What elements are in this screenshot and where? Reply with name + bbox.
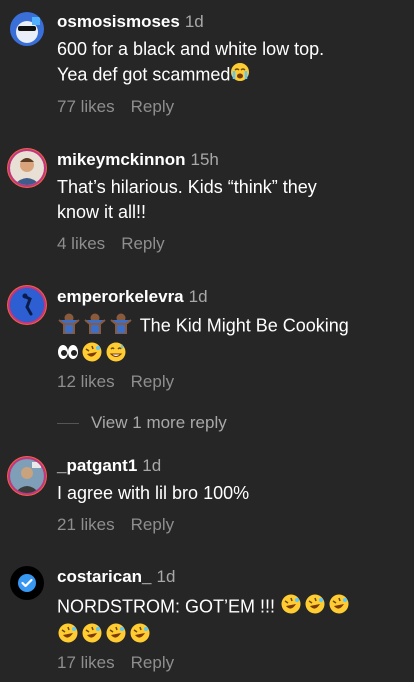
comment-time: 1d bbox=[184, 12, 204, 31]
man-shrugging-icon bbox=[109, 312, 133, 341]
comment-time: 1d bbox=[142, 456, 162, 475]
rolling-on-floor-laughing-icon bbox=[280, 593, 302, 622]
comment-line: NORDSTROM: GOT’EM !!! bbox=[57, 596, 275, 617]
divider-line bbox=[57, 423, 79, 425]
comment-line-wrap: Yea def got scammed bbox=[57, 62, 402, 89]
comment-header: costarican_ 1d bbox=[57, 567, 175, 587]
reply-button[interactable]: Reply bbox=[121, 234, 164, 253]
reply-button[interactable]: Reply bbox=[131, 372, 174, 391]
comment-line-wrap: NORDSTROM: GOT’EM !!! bbox=[57, 593, 402, 622]
username[interactable]: emperorkelevra bbox=[57, 287, 184, 306]
avatar[interactable] bbox=[10, 12, 44, 46]
comment-meta: 17 likes Reply bbox=[57, 653, 174, 673]
avatar[interactable] bbox=[10, 566, 44, 600]
likes-count[interactable]: 12 likes bbox=[57, 372, 115, 391]
comment-line: That’s hilarious. Kids “think” they bbox=[57, 177, 317, 197]
comment-header: osmosismoses 1d bbox=[57, 12, 204, 32]
likes-count[interactable]: 77 likes bbox=[57, 97, 115, 116]
comment-meta: 21 likes Reply bbox=[57, 515, 174, 535]
comment-time: 1d bbox=[188, 287, 208, 306]
emoji-line bbox=[57, 341, 402, 370]
comment-line: Yea def got scammed bbox=[57, 64, 231, 85]
likes-count[interactable]: 17 likes bbox=[57, 653, 115, 672]
comment-meta: 77 likes Reply bbox=[57, 97, 174, 117]
rolling-on-floor-laughing-icon bbox=[304, 593, 326, 622]
comment-line-wrap: The Kid Might Be Cooking bbox=[57, 312, 402, 341]
comment-text: I agree with lil bro 100% bbox=[57, 481, 402, 506]
comment-text: That’s hilarious. Kids “think” they know… bbox=[57, 175, 402, 225]
comment-text: NORDSTROM: GOT’EM !!! bbox=[57, 593, 402, 651]
rolling-on-floor-laughing-icon bbox=[105, 622, 127, 651]
rolling-on-floor-laughing-icon bbox=[328, 593, 350, 622]
comment-meta: 4 likes Reply bbox=[57, 234, 165, 254]
comment-line: 600 for a black and white low top. bbox=[57, 39, 325, 59]
loudly-crying-face-icon bbox=[230, 62, 250, 89]
reply-button[interactable]: Reply bbox=[131, 97, 174, 116]
avatar[interactable] bbox=[10, 459, 44, 493]
username[interactable]: mikeymckinnon bbox=[57, 150, 186, 169]
comment-meta: 12 likes Reply bbox=[57, 372, 174, 392]
comment-header: mikeymckinnon 15h bbox=[57, 150, 219, 170]
comment-line: The Kid Might Be Cooking bbox=[139, 315, 349, 336]
username[interactable]: osmosismoses bbox=[57, 12, 180, 31]
avatar[interactable] bbox=[10, 288, 44, 322]
comment-line: I agree with lil bro 100% bbox=[57, 483, 250, 503]
username[interactable]: _patgant1 bbox=[57, 456, 137, 475]
man-shrugging-icon bbox=[83, 312, 107, 341]
comment-line: know it all!! bbox=[57, 202, 147, 222]
likes-count[interactable]: 21 likes bbox=[57, 515, 115, 534]
comment-text: The Kid Might Be Cooking bbox=[57, 312, 402, 370]
view-more-replies-button[interactable]: View 1 more reply bbox=[57, 413, 227, 433]
rolling-on-floor-laughing-icon bbox=[57, 622, 79, 651]
grinning-sweat-icon bbox=[105, 341, 127, 370]
reply-button[interactable]: Reply bbox=[131, 653, 174, 672]
comment-time: 15h bbox=[190, 150, 219, 169]
avatar[interactable] bbox=[10, 151, 44, 185]
man-shrugging-icon bbox=[57, 312, 81, 341]
rolling-on-floor-laughing-icon bbox=[81, 341, 103, 370]
reply-button[interactable]: Reply bbox=[131, 515, 174, 534]
comment-header: emperorkelevra 1d bbox=[57, 287, 208, 307]
rolling-on-floor-laughing-icon bbox=[81, 622, 103, 651]
rolling-on-floor-laughing-icon bbox=[129, 622, 151, 651]
view-more-label: View 1 more reply bbox=[91, 413, 227, 432]
likes-count[interactable]: 4 likes bbox=[57, 234, 105, 253]
comment-header: _patgant1 1d bbox=[57, 456, 161, 476]
username[interactable]: costarican_ bbox=[57, 567, 152, 586]
emoji-line bbox=[57, 622, 402, 651]
eyes-icon bbox=[57, 343, 79, 368]
comment-time: 1d bbox=[156, 567, 176, 586]
comment-text: 600 for a black and white low top. Yea d… bbox=[57, 37, 402, 89]
